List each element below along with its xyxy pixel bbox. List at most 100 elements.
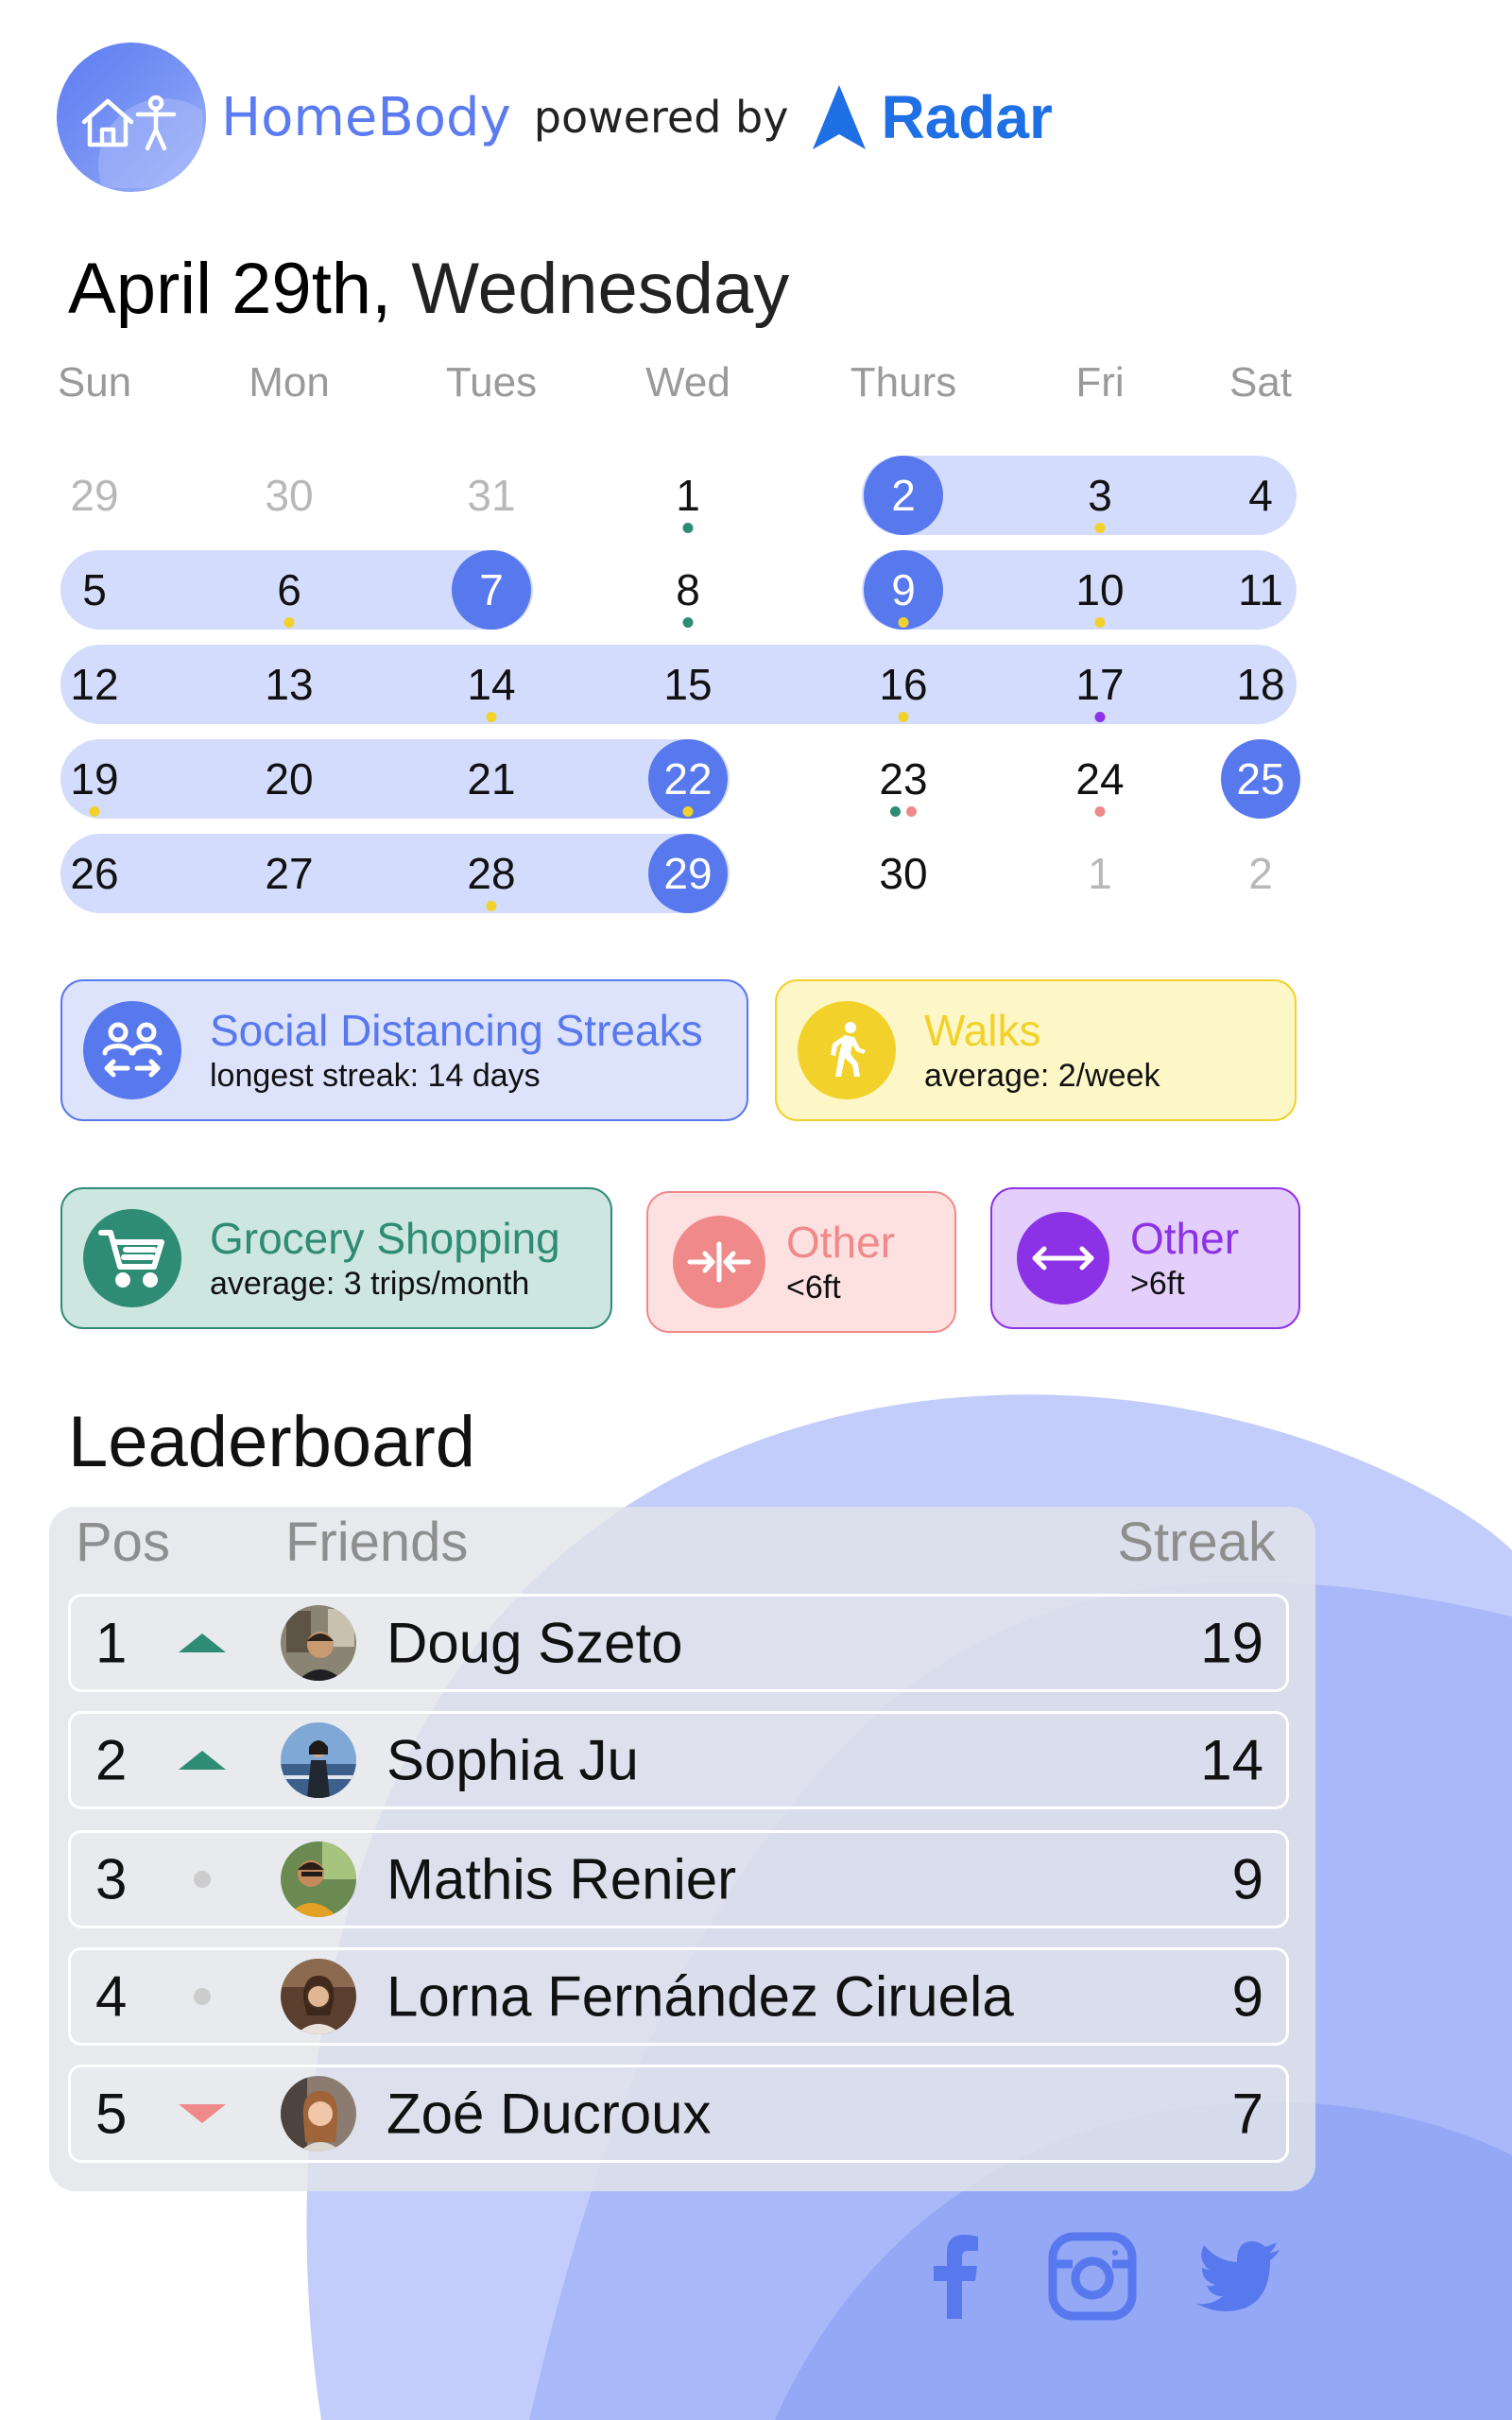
leaderboard-row[interactable]: 3 Mathis Renier 9 [68,1830,1289,1928]
leaderboard-row[interactable]: 1 Doug Szeto 19 [68,1594,1289,1692]
calendar-day[interactable]: 2 [864,456,943,535]
twitter-icon[interactable] [1193,2231,1283,2322]
calendar-day[interactable]: 1 [648,456,728,535]
activity-dots [682,806,694,817]
activity-dots [890,806,917,817]
day-number: 23 [879,754,928,804]
calendar-day[interactable]: 16 [864,645,943,724]
leaderboard-row[interactable]: 4 Lorna Fernández Ciruela 9 [68,1947,1289,2046]
category-card-social-distancing[interactable]: Social Distancing Streaks longest streak… [60,979,748,1121]
calendar-day[interactable]: 5 [55,550,134,630]
weekday-label: Thurs [850,359,957,406]
row-streak: 14 [1200,1728,1263,1792]
day-number: 21 [467,754,516,804]
calendar-day[interactable]: 7 [452,550,531,630]
category-title: Social Distancing Streaks [210,1006,703,1055]
calendar-day[interactable]: 9 [864,550,943,630]
category-card-grocery[interactable]: Grocery Shopping average: 3 trips/month [60,1187,612,1329]
calendar-day[interactable]: 19 [55,739,134,819]
calendar-day[interactable]: 1 [1060,834,1140,913]
activity-dots [1094,523,1106,533]
friend-name: Sophia Ju [387,1728,639,1792]
calendar-day[interactable]: 31 [452,456,531,535]
activity-dots [486,901,497,911]
partner-name[interactable]: Radar [881,82,1052,152]
calendar-day[interactable]: 27 [249,834,329,913]
weekday-label: Sun [57,359,132,406]
calendar-day[interactable]: 24 [1060,739,1140,819]
activity-dot-walk [1094,617,1106,628]
calendar-day[interactable]: 26 [55,834,134,913]
calendar-day[interactable]: 21 [452,739,531,819]
app-name: HomeBody [221,86,511,148]
category-title: Other [1130,1214,1240,1263]
calendar-day[interactable]: 10 [1060,550,1140,630]
calendar-day[interactable]: 3 [1060,456,1140,535]
avatar[interactable] [281,2076,356,2152]
day-number: 13 [265,660,314,709]
calendar-day[interactable]: 30 [249,456,329,535]
calendar-day[interactable]: 8 [648,550,728,630]
leaderboard-title: Leaderboard [68,1402,476,1482]
app-logo[interactable] [57,43,206,192]
calendar-day[interactable]: 13 [249,645,329,724]
calendar-day[interactable]: 28 [452,834,531,913]
calendar-day[interactable]: 20 [249,739,329,819]
calendar-day[interactable]: 14 [452,645,531,724]
activity-dots [284,617,295,628]
activity-dot-walk [898,712,909,722]
activity-dots [898,712,909,722]
day-number: 14 [467,660,516,709]
page-title: April 29th, Wednesday [68,248,789,330]
calendar-day[interactable]: 17 [1060,645,1140,724]
day-number: 1 [1088,849,1112,898]
trend-same-icon [179,1982,226,2011]
calendar-day[interactable]: 6 [249,550,329,630]
leaderboard-row[interactable]: 5 Zoé Ducroux 7 [68,2065,1289,2163]
day-number: 19 [70,754,119,804]
day-number: 22 [663,754,713,804]
category-card-walks[interactable]: Walks average: 2/week [775,979,1297,1121]
calendar-day[interactable]: 29 [55,456,134,535]
streak-bar [60,834,730,913]
calendar-day[interactable]: 23 [864,739,943,819]
calendar-day[interactable]: 22 [648,739,728,819]
day-number: 26 [70,849,119,898]
calendar-day[interactable]: 2 [1221,834,1300,913]
activity-dot-grocery [682,617,694,628]
day-number: 24 [1075,754,1125,804]
day-number: 7 [479,565,504,614]
row-streak: 9 [1231,1964,1263,2029]
app-header: HomeBody powered by Radar [57,42,1053,193]
calendar-day[interactable]: 30 [864,834,943,913]
avatar[interactable] [281,1959,356,2034]
calendar-day[interactable]: 4 [1221,456,1300,535]
avatar[interactable] [281,1722,356,1798]
cart-icon [83,1209,181,1307]
calendar-day[interactable]: 12 [55,645,134,724]
row-streak: 19 [1200,1611,1263,1675]
category-card-other-near[interactable]: Other <6ft [646,1191,956,1333]
calendar-day[interactable]: 11 [1221,550,1300,630]
row-position: 3 [95,1847,128,1911]
activity-dot-near [1094,806,1106,817]
avatar[interactable] [281,1605,356,1681]
leaderboard-row[interactable]: 2 Sophia Ju 14 [68,1711,1289,1809]
calendar-day[interactable]: 25 [1221,739,1300,819]
activity-dot-grocery [682,523,694,533]
category-card-other-far[interactable]: Other >6ft [990,1187,1300,1329]
weekday-label: Fri [1075,359,1125,406]
day-number: 18 [1236,660,1285,709]
avatar[interactable] [281,1841,356,1917]
instagram-icon[interactable] [1045,2231,1140,2322]
column-header-streak: Streak [1117,1512,1276,1573]
facebook-icon[interactable] [917,2231,992,2322]
walking-icon [798,1001,896,1099]
calendar-day[interactable]: 18 [1221,645,1300,724]
friend-name: Doug Szeto [387,1611,683,1675]
calendar-day[interactable]: 15 [648,645,728,724]
calendar-day[interactable]: 29 [648,834,728,913]
activity-dot-grocery [890,806,901,817]
activity-dots [1094,712,1106,722]
streak-bar [60,739,730,819]
